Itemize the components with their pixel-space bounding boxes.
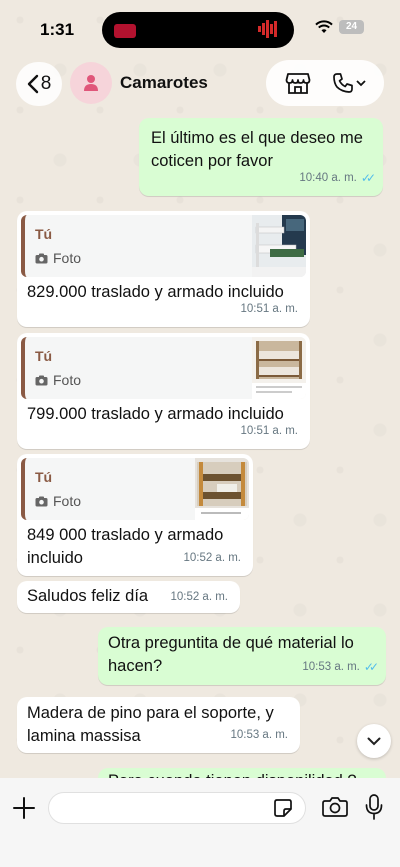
message-meta: 10:40 a. m. ✓✓ bbox=[299, 167, 376, 190]
message-bubble-outgoing[interactable]: Otra preguntita de qué material lo hacen… bbox=[98, 627, 386, 685]
status-time: 1:31 bbox=[40, 20, 75, 39]
message-input[interactable] bbox=[48, 792, 306, 824]
audio-waveform-icon bbox=[258, 20, 284, 40]
call-button[interactable] bbox=[332, 72, 366, 94]
camera-small-icon bbox=[35, 375, 48, 386]
reply-author: Tú bbox=[35, 469, 53, 485]
message-bubble-incoming[interactable]: Saludos feliz día 10:52 a. m. bbox=[17, 581, 240, 613]
message-time: 10:51 a. m. bbox=[240, 425, 298, 437]
phone-icon bbox=[332, 73, 353, 93]
wifi-icon bbox=[315, 20, 333, 33]
message-text: Saludos feliz día bbox=[27, 587, 149, 605]
message-bubble-incoming[interactable]: Madera de pino para el soporte, y lamina… bbox=[17, 697, 300, 753]
chevron-down-icon bbox=[367, 737, 381, 745]
contact-name[interactable]: Camarotes bbox=[120, 73, 208, 93]
message-meta: 10:53 a. m. ✓✓ bbox=[302, 656, 379, 679]
plus-icon[interactable] bbox=[12, 796, 36, 820]
message-meta: 10:51 a. m. bbox=[240, 298, 298, 321]
store-icon[interactable] bbox=[285, 71, 311, 95]
message-meta: 10:52 a. m. bbox=[170, 586, 228, 609]
chevron-left-icon bbox=[27, 74, 38, 94]
message-meta: 10:53 a. m. bbox=[230, 724, 288, 747]
message-bubble-incoming[interactable]: Tú Foto 799.000 traslado y armado inclui… bbox=[17, 333, 310, 449]
camera-icon[interactable] bbox=[322, 796, 348, 818]
reply-author: Tú bbox=[35, 226, 53, 242]
camera-small-icon bbox=[35, 253, 48, 264]
reply-author: Tú bbox=[35, 348, 53, 364]
reply-kind: Foto bbox=[53, 250, 82, 266]
message-bubble-incoming[interactable]: Tú Foto 829.000 traslado y armado inclui… bbox=[17, 211, 310, 327]
composer-bar bbox=[0, 778, 400, 867]
unread-count: 8 bbox=[40, 73, 52, 94]
photo-thumbnail bbox=[252, 337, 306, 399]
microphone-icon[interactable] bbox=[364, 794, 384, 820]
recording-app-icon bbox=[114, 24, 136, 38]
message-time: 10:52 a. m. bbox=[183, 552, 241, 564]
message-time: 10:52 a. m. bbox=[170, 591, 228, 603]
back-button[interactable]: 8 bbox=[16, 62, 62, 106]
scroll-to-bottom-button[interactable] bbox=[357, 724, 391, 758]
message-meta: 10:52 a. m. bbox=[183, 547, 241, 570]
reply-quote[interactable]: Tú Foto bbox=[21, 458, 249, 520]
avatar[interactable] bbox=[70, 62, 112, 104]
chevron-down-icon bbox=[355, 80, 366, 87]
reply-quote[interactable]: Tú Foto bbox=[21, 215, 306, 277]
message-time: 10:53 a. m. bbox=[302, 661, 360, 673]
message-time: 10:51 a. m. bbox=[240, 303, 298, 315]
message-bubble-outgoing[interactable]: El último es el que deseo me coticen por… bbox=[139, 118, 383, 196]
message-time: 10:53 a. m. bbox=[230, 729, 288, 741]
message-meta: 10:51 a. m. bbox=[240, 420, 298, 443]
header-actions bbox=[266, 60, 384, 106]
sticker-icon[interactable] bbox=[273, 798, 293, 818]
reply-quote[interactable]: Tú Foto bbox=[21, 337, 306, 399]
status-bar: 1:31 24 bbox=[0, 0, 400, 58]
double-check-icon: ✓✓ bbox=[360, 171, 376, 185]
photo-thumbnail bbox=[195, 458, 249, 520]
reply-kind: Foto bbox=[53, 372, 82, 388]
camera-small-icon bbox=[35, 496, 48, 507]
battery-indicator: 24 bbox=[339, 20, 364, 34]
double-check-icon: ✓✓ bbox=[363, 660, 379, 674]
message-time: 10:40 a. m. bbox=[299, 172, 357, 184]
chat-header: 8 Camarotes bbox=[0, 58, 400, 110]
reply-kind: Foto bbox=[53, 493, 82, 509]
person-icon bbox=[84, 75, 98, 91]
message-bubble-incoming[interactable]: Tú Foto 849 000 traslado y armado inclui… bbox=[17, 454, 253, 576]
message-text: El último es el que deseo me coticen por… bbox=[151, 129, 363, 170]
dynamic-island bbox=[102, 12, 294, 48]
photo-thumbnail bbox=[252, 215, 306, 277]
